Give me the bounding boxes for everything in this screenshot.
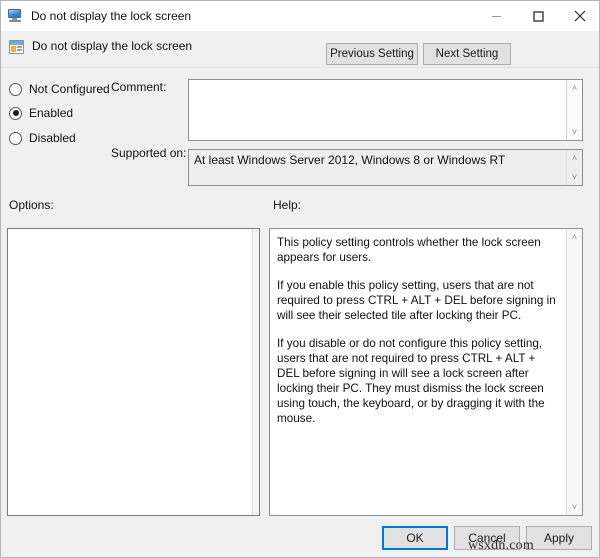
watermark: wsxdn.com <box>468 538 534 554</box>
comment-text[interactable] <box>189 80 566 140</box>
close-button[interactable] <box>559 1 600 31</box>
options-panel[interactable] <box>7 228 260 516</box>
setting-title: Do not display the lock screen <box>32 39 192 53</box>
supported-on-field: At least Windows Server 2012, Windows 8 … <box>188 149 583 186</box>
scroll-up-icon[interactable]: ˄ <box>567 229 583 245</box>
supported-on-label: Supported on: <box>111 146 186 160</box>
apply-button[interactable]: Apply <box>526 526 592 550</box>
scroll-down-icon[interactable]: ˅ <box>567 169 583 185</box>
scroll-down-icon[interactable]: ˅ <box>567 124 583 140</box>
help-content: This policy setting controls whether the… <box>270 229 566 515</box>
window-controls <box>475 1 600 31</box>
title-bar: Do not display the lock screen <box>1 1 600 31</box>
minimize-button[interactable] <box>475 1 517 31</box>
ok-button[interactable]: OK <box>382 526 448 550</box>
radio-disabled[interactable]: Disabled <box>9 130 76 146</box>
next-setting-button[interactable]: Next Setting <box>423 43 511 65</box>
scroll-up-icon[interactable]: ˄ <box>567 80 583 96</box>
radio-label: Enabled <box>29 106 73 120</box>
options-scrollbar[interactable] <box>252 229 259 515</box>
policy-setting-icon <box>9 40 24 54</box>
minimize-icon <box>491 11 502 22</box>
help-paragraph: If you enable this policy setting, users… <box>277 278 558 323</box>
supported-on-scrollbar[interactable]: ˄ ˅ <box>566 150 582 185</box>
radio-indicator <box>9 83 22 96</box>
comment-field[interactable]: ˄ ˅ <box>188 79 583 141</box>
help-text: This policy setting controls whether the… <box>277 235 558 426</box>
previous-setting-button[interactable]: Previous Setting <box>326 43 418 65</box>
options-label: Options: <box>9 198 54 212</box>
help-paragraph: If you disable or do not configure this … <box>277 336 558 426</box>
supported-on-text: At least Windows Server 2012, Windows 8 … <box>189 150 566 185</box>
maximize-button[interactable] <box>517 1 559 31</box>
monitor-icon <box>8 8 24 24</box>
comment-label: Comment: <box>111 80 166 94</box>
scroll-down-icon[interactable]: ˅ <box>567 499 583 515</box>
scroll-up-icon[interactable]: ˄ <box>567 150 583 166</box>
radio-label: Not Configured <box>29 82 110 96</box>
radio-label: Disabled <box>29 131 76 145</box>
help-scrollbar[interactable]: ˄ ˅ <box>566 229 582 515</box>
help-paragraph: This policy setting controls whether the… <box>277 235 558 265</box>
radio-indicator <box>9 132 22 145</box>
radio-indicator-selected <box>9 107 22 120</box>
comment-scrollbar[interactable]: ˄ ˅ <box>566 80 582 140</box>
help-label: Help: <box>273 198 301 212</box>
group-policy-setting-dialog: Do not display the lock screen <box>0 0 600 558</box>
close-icon <box>574 10 586 22</box>
maximize-icon <box>533 11 544 22</box>
radio-enabled[interactable]: Enabled <box>9 105 73 121</box>
radio-not-configured[interactable]: Not Configured <box>9 81 110 97</box>
help-panel: This policy setting controls whether the… <box>269 228 583 516</box>
window-title: Do not display the lock screen <box>31 9 191 23</box>
